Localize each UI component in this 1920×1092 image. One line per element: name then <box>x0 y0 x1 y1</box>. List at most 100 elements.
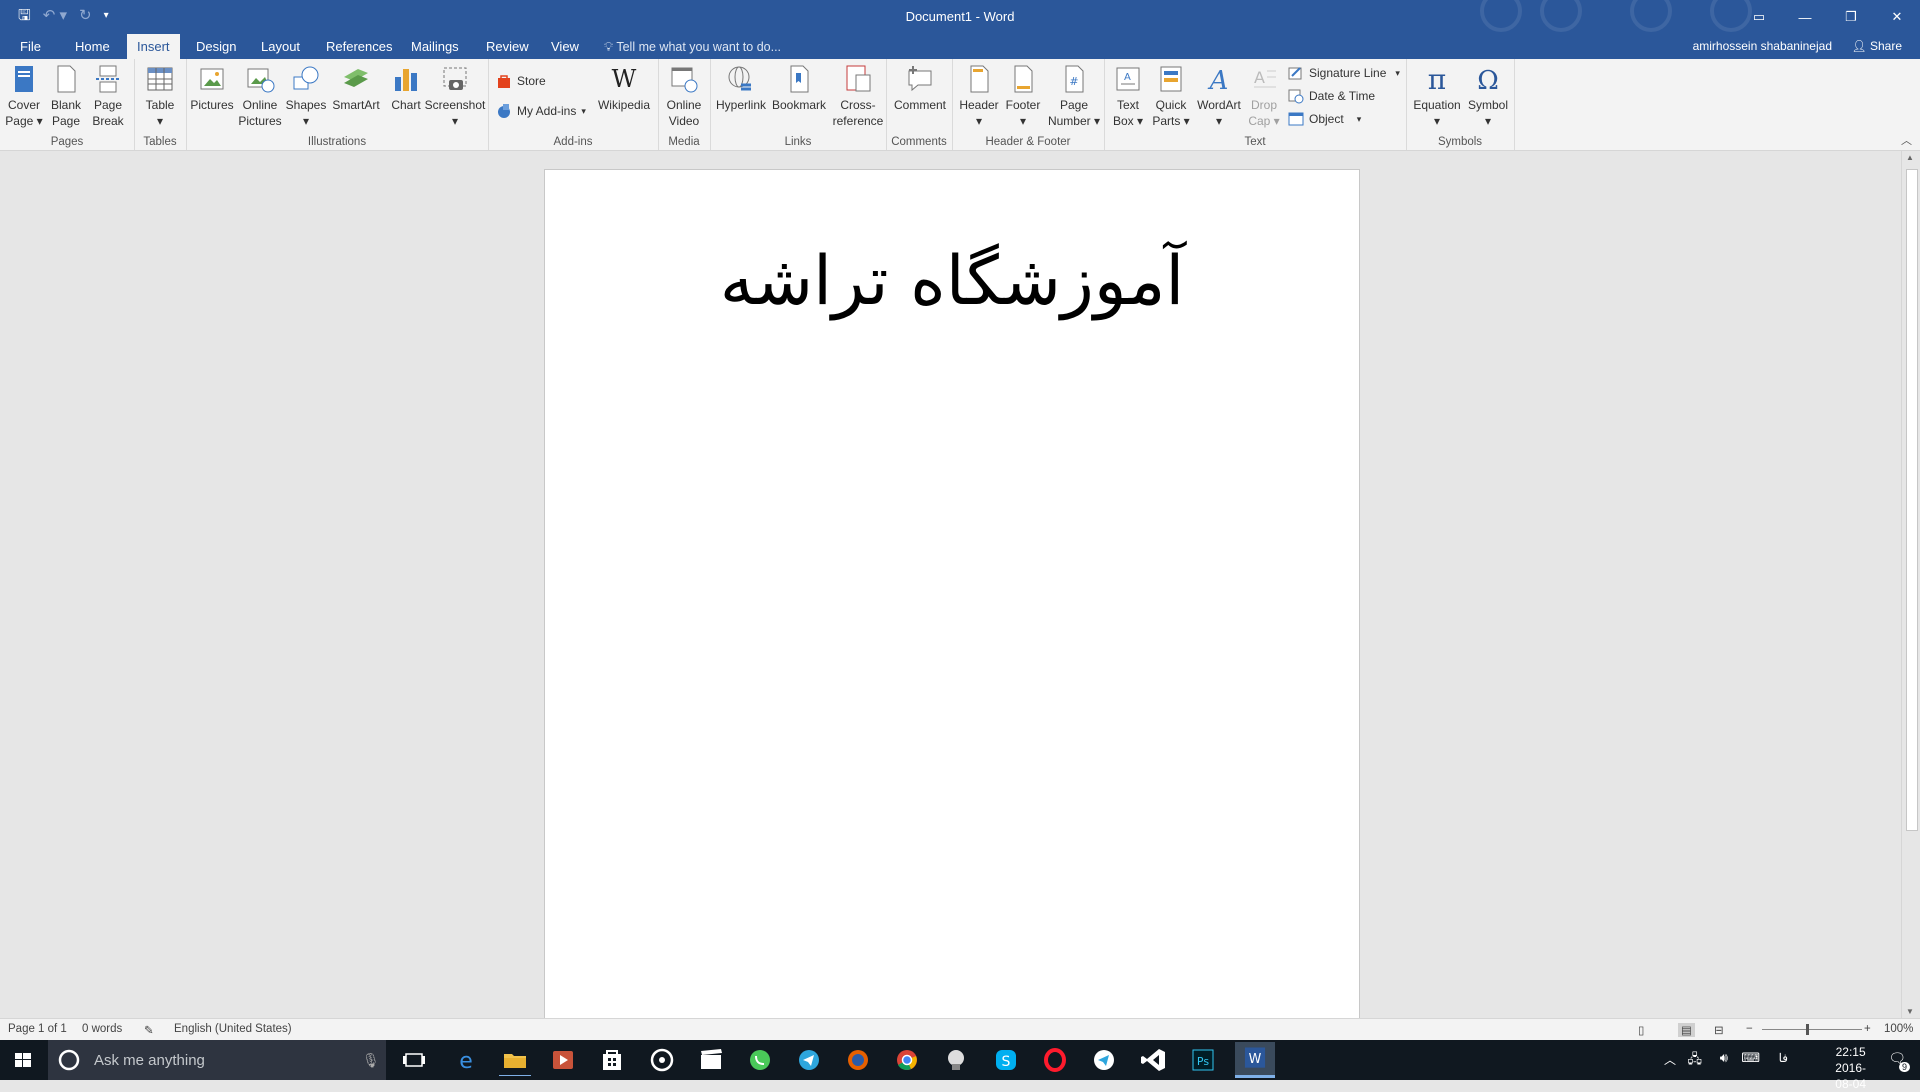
tab-mailings[interactable]: Mailings <box>401 34 469 59</box>
telegram-desktop-icon[interactable] <box>1088 1044 1120 1076</box>
smartart-button[interactable]: SmartArt <box>328 63 384 113</box>
chart-button[interactable]: Chart <box>386 63 426 113</box>
input-language[interactable]: فا <box>1779 1051 1788 1065</box>
app-icon[interactable] <box>940 1044 972 1076</box>
tab-file[interactable]: File <box>10 34 51 59</box>
close-button[interactable]: ✕ <box>1874 0 1920 34</box>
start-button[interactable] <box>0 1040 46 1080</box>
comment-button[interactable]: Comment <box>892 63 948 113</box>
vertical-scrollbar[interactable]: ▲ ▼ <box>1901 151 1920 1018</box>
groove-music-icon[interactable] <box>646 1044 678 1076</box>
tab-review[interactable]: Review <box>476 34 539 59</box>
task-view-icon[interactable] <box>398 1044 430 1076</box>
quick-parts-button[interactable]: Quick Parts ▾ <box>1148 63 1194 129</box>
document-page[interactable]: آموزشگاه تراشه <box>544 169 1360 1018</box>
windows-logo-icon <box>15 1053 31 1067</box>
telegram-icon[interactable] <box>793 1044 825 1076</box>
page-break-button[interactable]: Page Break <box>88 63 128 129</box>
header-button[interactable]: Header ▾ <box>956 63 1002 129</box>
show-hidden-icons-icon[interactable]: ︿ <box>1664 1051 1676 1068</box>
text-box-button[interactable]: A Text Box ▾ <box>1108 63 1148 129</box>
table-button[interactable]: Table ▾ <box>140 63 180 129</box>
zoom-slider[interactable] <box>1762 1029 1862 1030</box>
tab-insert[interactable]: Insert <box>127 34 180 59</box>
tab-layout[interactable]: Layout <box>251 34 310 59</box>
tab-design[interactable]: Design <box>186 34 246 59</box>
group-label-header-footer: Header & Footer <box>985 136 1071 148</box>
tab-references[interactable]: References <box>316 34 402 59</box>
proofing-icon[interactable]: ✎ <box>144 1023 154 1037</box>
language-indicator[interactable]: English (United States) <box>174 1023 292 1035</box>
bookmark-button[interactable]: Bookmark <box>768 63 830 113</box>
group-label-symbols: Symbols <box>1437 136 1483 148</box>
photoshop-icon[interactable]: Ps <box>1187 1044 1219 1076</box>
my-addins-button[interactable]: My Add-ins ▾ <box>496 103 586 119</box>
shapes-button[interactable]: Shapes ▾ <box>284 63 328 129</box>
footer-icon <box>1014 65 1033 93</box>
scroll-down-icon[interactable]: ▼ <box>1906 1007 1914 1016</box>
word-count[interactable]: 0 words <box>82 1023 122 1035</box>
volume-icon[interactable]: 🔊︎ <box>1720 1050 1728 1066</box>
zoom-out-icon[interactable]: − <box>1746 1023 1753 1035</box>
web-layout-icon[interactable]: ⊟ <box>1714 1023 1724 1037</box>
signature-line-button[interactable]: Signature Line ▾ <box>1288 65 1400 81</box>
store-button[interactable]: Store <box>496 73 546 89</box>
edge-icon[interactable]: e <box>450 1044 482 1076</box>
pictures-button[interactable]: Pictures <box>190 63 234 113</box>
wikipedia-button[interactable]: W Wikipedia <box>594 63 654 113</box>
footer-button[interactable]: Footer ▾ <box>1000 63 1046 129</box>
collapse-ribbon-icon[interactable]: ︿ <box>1901 132 1912 148</box>
read-mode-icon[interactable]: ▯ <box>1638 1023 1644 1037</box>
date-time-label: Date & Time <box>1309 89 1376 103</box>
table-icon <box>147 67 173 91</box>
minimize-button[interactable]: — <box>1782 0 1828 34</box>
blank-page-button[interactable]: Blank Page <box>46 63 86 129</box>
cross-reference-button[interactable]: Cross- reference <box>832 63 884 129</box>
visual-studio-icon[interactable] <box>1137 1044 1169 1076</box>
user-name[interactable]: amirhossein shabaninejad <box>1693 34 1832 59</box>
page-count[interactable]: Page 1 of 1 <box>8 1023 67 1035</box>
page-number-button[interactable]: # Page Number ▾ <box>1046 63 1102 129</box>
symbol-button[interactable]: Ω Symbol ▾ <box>1464 63 1512 129</box>
firefox-icon[interactable] <box>842 1044 874 1076</box>
document-heading[interactable]: آموزشگاه تراشه <box>545 232 1359 332</box>
tab-view[interactable]: View <box>541 34 589 59</box>
share-button[interactable]: 👤︎ Share <box>1851 34 1902 59</box>
word-taskbar-icon[interactable]: W <box>1235 1042 1275 1078</box>
drop-cap-button[interactable]: A Drop Cap ▾ <box>1244 63 1284 129</box>
media-player-icon[interactable] <box>547 1044 579 1076</box>
cortana-search-box[interactable]: Ask me anything 🎙︎ <box>48 1040 386 1080</box>
chrome-icon[interactable] <box>891 1044 923 1076</box>
date-time-button[interactable]: Date & Time <box>1288 88 1375 104</box>
object-button[interactable]: Object ▾ <box>1288 111 1361 127</box>
scrollbar-thumb[interactable] <box>1906 169 1918 831</box>
cover-page-button[interactable]: Cover Page ▾ <box>4 63 44 129</box>
share-label: Share <box>1869 39 1902 53</box>
equation-button[interactable]: π Equation ▾ <box>1410 63 1464 129</box>
scroll-up-icon[interactable]: ▲ <box>1906 153 1914 162</box>
wordart-button[interactable]: A WordArt ▾ <box>1194 63 1244 129</box>
ribbon-display-options-icon[interactable]: ▭ <box>1736 0 1782 34</box>
skype-icon[interactable]: S <box>990 1044 1022 1076</box>
hyperlink-button[interactable]: Hyperlink <box>714 63 768 113</box>
online-video-button[interactable]: Online Video <box>664 63 704 129</box>
movies-icon[interactable] <box>695 1044 727 1076</box>
online-pictures-button[interactable]: Online Pictures <box>238 63 282 129</box>
store-taskbar-icon[interactable] <box>596 1044 628 1076</box>
microphone-icon[interactable]: 🎙︎ <box>362 1052 380 1069</box>
zoom-in-icon[interactable]: + <box>1864 1023 1871 1035</box>
zoom-level[interactable]: 100% <box>1884 1023 1913 1035</box>
tab-home[interactable]: Home <box>65 34 120 59</box>
screenshot-button[interactable]: Screenshot ▾ <box>424 63 486 129</box>
whatsapp-icon[interactable] <box>744 1044 776 1076</box>
zoom-slider-thumb[interactable] <box>1806 1024 1809 1035</box>
print-layout-icon[interactable]: ▤ <box>1678 1023 1695 1037</box>
restore-button[interactable]: ❐ <box>1828 0 1874 34</box>
clock[interactable]: 22:15 2016-08-04 <box>1835 1044 1866 1092</box>
tell-me-box[interactable]: 💡︎ Tell me what you want to do... <box>604 34 781 59</box>
opera-icon[interactable] <box>1039 1044 1071 1076</box>
file-explorer-icon[interactable] <box>499 1044 531 1076</box>
network-icon[interactable]: 🖧︎ <box>1688 1050 1703 1072</box>
my-addins-icon <box>498 104 510 118</box>
keyboard-icon[interactable]: ⌨ <box>1741 1050 1760 1066</box>
